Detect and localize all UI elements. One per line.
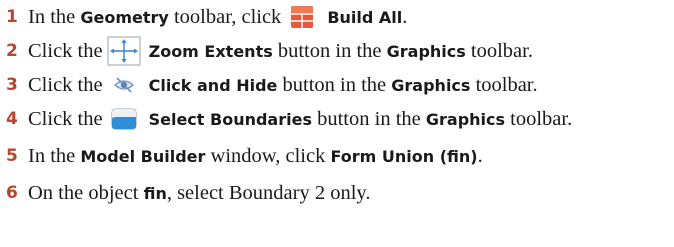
step-text: window, click: [205, 144, 331, 167]
step-text: Click the: [28, 73, 103, 96]
step-3: 3 Click the Click and Hide button in the…: [6, 68, 538, 102]
step-number: 6: [6, 183, 18, 203]
step-text: In the: [28, 5, 81, 28]
build-all-icon: [285, 3, 319, 31]
step-number: 1: [6, 7, 18, 27]
step-text: Click the: [28, 39, 103, 62]
step-1: 1 In the Geometry toolbar, click Build A…: [6, 0, 407, 34]
step-text: .: [402, 5, 408, 28]
window-name: Model Builder: [80, 146, 206, 166]
toolbar-name: Graphics: [425, 109, 506, 129]
step-number: 5: [6, 146, 18, 166]
select-boundaries-icon: [107, 105, 141, 133]
zoom-extents-icon: [107, 36, 141, 66]
toolbar-name: Geometry: [80, 7, 169, 27]
step-text: , select Boundary 2 only.: [166, 181, 371, 204]
step-text: .: [477, 144, 483, 167]
click-and-hide-icon: [107, 71, 141, 99]
step-text: toolbar.: [465, 39, 533, 62]
step-text: toolbar.: [470, 73, 538, 96]
step-5: 5 In the Model Builder window, click For…: [6, 139, 483, 173]
button-name: Select Boundaries: [148, 109, 312, 129]
step-number: 2: [6, 41, 18, 61]
node-name: Form Union (fin): [330, 146, 478, 166]
toolbar-name: Graphics: [391, 75, 471, 95]
button-name: Build All: [327, 7, 403, 27]
step-number: 3: [6, 75, 18, 95]
step-4: 4 Click the Select Boundaries button in …: [6, 102, 572, 136]
step-text: On the object: [28, 181, 144, 204]
step-2: 2 Click the Zoom Extents button in the G…: [6, 34, 533, 68]
button-name: Zoom Extents: [148, 41, 273, 61]
object-name: fin: [143, 183, 167, 203]
step-text: button in the: [277, 73, 392, 96]
step-text: In the: [28, 144, 81, 167]
step-text: toolbar.: [505, 107, 573, 130]
step-text: Click the: [28, 107, 103, 130]
button-name: Click and Hide: [148, 75, 278, 95]
toolbar-name: Graphics: [386, 41, 466, 61]
step-text: button in the: [311, 107, 426, 130]
step-text: button in the: [272, 39, 387, 62]
step-6: 6 On the object fin , select Boundary 2 …: [6, 176, 370, 210]
step-number: 4: [6, 109, 18, 129]
step-text: toolbar, click: [168, 5, 282, 28]
